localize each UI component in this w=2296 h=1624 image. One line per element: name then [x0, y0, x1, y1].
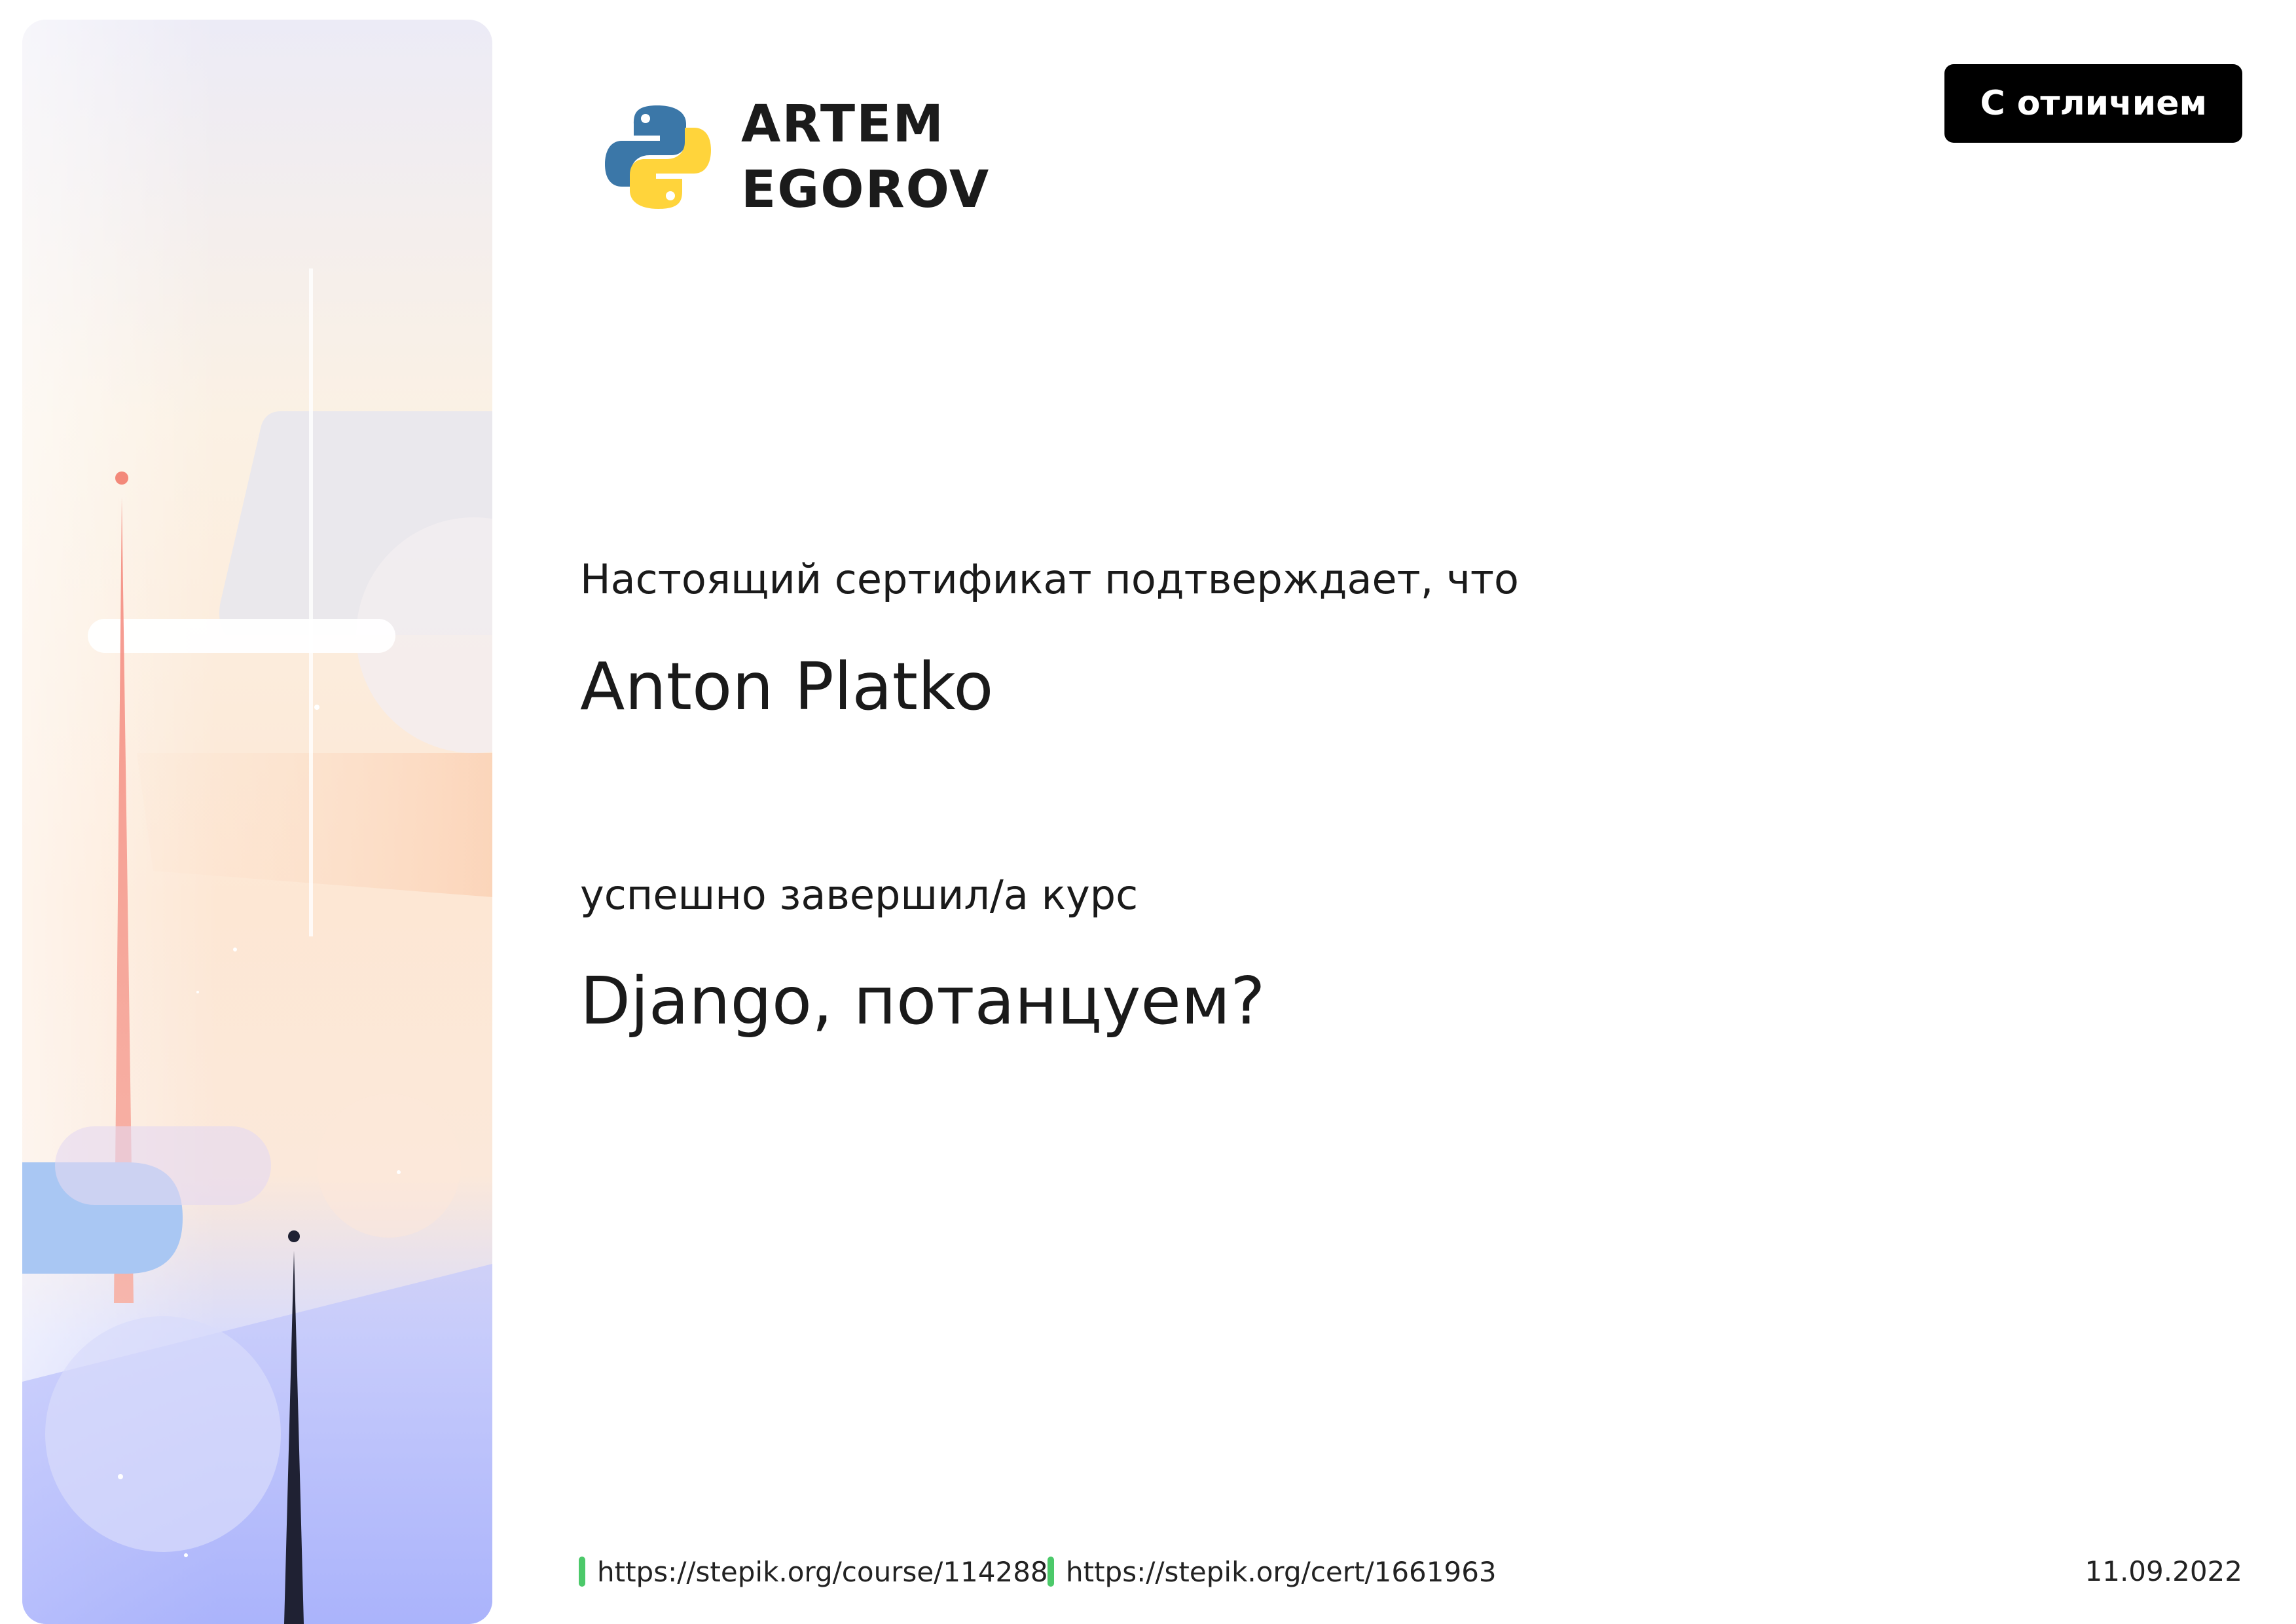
recipient-name: Anton Platko	[580, 648, 994, 725]
python-logo-icon	[605, 105, 711, 209]
distinction-badge: С отличием	[1944, 64, 2242, 143]
decorative-illustration	[22, 20, 492, 1624]
course-title: Django, потанцуем?	[580, 963, 1266, 1039]
course-url[interactable]: https://stepik.org/course/114288	[597, 1556, 1048, 1588]
course-link[interactable]: https://stepik.org/course/114288	[579, 1548, 1048, 1595]
author-name-last: EGOROV	[741, 160, 991, 219]
certificate-page: ARTEM EGOROV С отличием Настоящий сертиф…	[0, 0, 2296, 1624]
cert-link[interactable]: https://stepik.org/cert/1661963	[1048, 1548, 1497, 1595]
author-name: ARTEM EGOROV	[741, 92, 990, 223]
completion-text: успешно завершил/а курс	[580, 871, 1139, 919]
author-name-first: ARTEM	[741, 95, 945, 154]
link-marker-icon	[1048, 1557, 1054, 1587]
cert-url[interactable]: https://stepik.org/cert/1661963	[1066, 1556, 1497, 1588]
issue-date: 11.09.2022	[2085, 1555, 2242, 1587]
author-logo: ARTEM EGOROV	[602, 92, 990, 223]
certificate-intro: Настоящий сертификат подтверждает, что	[580, 555, 1519, 603]
decorative-art-panel	[22, 20, 492, 1624]
link-marker-icon	[579, 1557, 585, 1587]
